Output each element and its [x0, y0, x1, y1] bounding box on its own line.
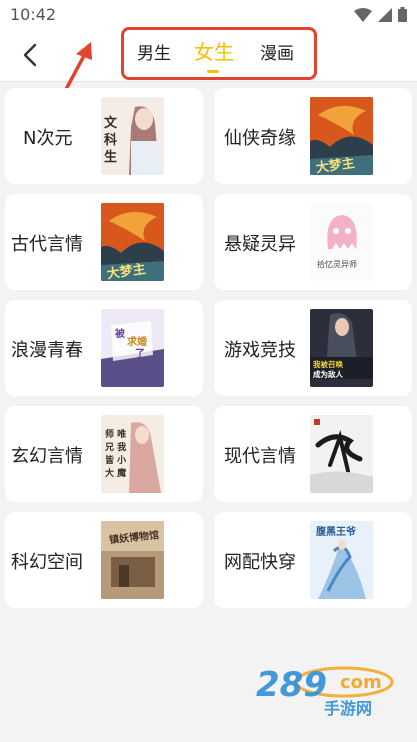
- game-hero-cover: 我被召唤 成为敌人: [310, 309, 373, 387]
- status-bar: 10:42: [0, 0, 417, 30]
- site-watermark-logo: 289 com 手游网: [256, 665, 394, 718]
- category-label: 网配快穿: [224, 552, 296, 573]
- status-icons: [354, 7, 407, 22]
- sepia-shop-cover: 镇妖博物馆: [101, 521, 164, 599]
- category-card[interactable]: 现代言情: [214, 406, 412, 502]
- gender-tab-group: 男生 女生 漫画: [121, 27, 317, 80]
- category-card[interactable]: 游戏竞技 我被召唤 成为敌人: [214, 300, 412, 396]
- wifi-icon: [354, 7, 372, 22]
- category-card[interactable]: 浪漫青春 被 求婚 了: [5, 300, 203, 396]
- back-arrow-icon: [23, 43, 37, 67]
- anime-girl-cover: 文 科 生: [101, 97, 164, 175]
- signal-icon: [378, 7, 392, 22]
- svg-text:拾忆灵异师: 拾忆灵异师: [317, 259, 357, 269]
- fire-phoenix-cover: 大梦主: [310, 97, 373, 175]
- status-time: 10:42: [10, 5, 57, 24]
- svg-text:被: 被: [115, 327, 126, 340]
- category-card[interactable]: 网配快穿 腹黑王爷: [214, 512, 412, 608]
- lavender-title-cover: 被 求婚 了: [101, 309, 164, 387]
- svg-text:大 魔: 大 魔: [105, 467, 126, 479]
- svg-text:科: 科: [104, 132, 117, 148]
- category-label: 科幻空间: [11, 552, 83, 573]
- svg-text:师 唯: 师 唯: [105, 428, 126, 440]
- category-label: 浪漫青春: [11, 340, 83, 361]
- category-label: 仙侠奇缘: [224, 128, 296, 149]
- category-card[interactable]: 科幻空间 镇妖博物馆: [5, 512, 203, 608]
- active-tab-indicator: [207, 70, 219, 73]
- category-card[interactable]: N次元 文 科 生: [5, 88, 203, 184]
- category-label: 悬疑灵异: [224, 234, 296, 255]
- ancient-lady-cover: 师 唯 兄 我 皆 小 大 魔: [101, 415, 164, 493]
- category-label: 现代言情: [224, 446, 296, 467]
- blue-dancer-cover: 腹黑王爷: [310, 521, 373, 599]
- svg-text:求婚: 求婚: [127, 335, 147, 348]
- tab-male[interactable]: 男生: [137, 39, 171, 64]
- svg-text:兄 我: 兄 我: [104, 441, 126, 453]
- ink-calligraphy-cover: [310, 415, 373, 493]
- svg-text:com: com: [340, 672, 382, 693]
- category-card[interactable]: 悬疑灵异 拾忆灵异师: [214, 194, 412, 290]
- category-card[interactable]: 仙侠奇缘 大梦主: [214, 88, 412, 184]
- tab-female[interactable]: 女生: [194, 36, 234, 65]
- tab-comic[interactable]: 漫画: [260, 39, 294, 64]
- svg-text:腹黑王爷: 腹黑王爷: [316, 525, 357, 538]
- svg-text:289: 289: [256, 665, 327, 705]
- svg-text:皆 小: 皆 小: [105, 454, 126, 466]
- fire-phoenix-cover: 大梦主: [101, 203, 164, 281]
- back-button[interactable]: [18, 42, 44, 68]
- battery-icon: [398, 7, 407, 22]
- category-label: 玄幻言情: [11, 446, 83, 467]
- category-card[interactable]: 玄幻言情 师 唯 兄 我 皆 小 大 魔: [5, 406, 203, 502]
- svg-text:文: 文: [104, 115, 118, 131]
- category-card[interactable]: 古代言情 大梦主: [5, 194, 203, 290]
- svg-text:手游网: 手游网: [324, 699, 372, 718]
- category-label: 古代言情: [11, 234, 83, 255]
- svg-text:成为敌人: 成为敌人: [313, 369, 343, 379]
- svg-text:生: 生: [104, 149, 117, 165]
- category-label: N次元: [23, 128, 73, 149]
- category-label: 游戏竞技: [224, 340, 296, 361]
- pink-ghost-cover: 拾忆灵异师: [310, 203, 373, 281]
- svg-text:了: 了: [135, 348, 145, 360]
- svg-text:我被召唤: 我被召唤: [313, 359, 343, 369]
